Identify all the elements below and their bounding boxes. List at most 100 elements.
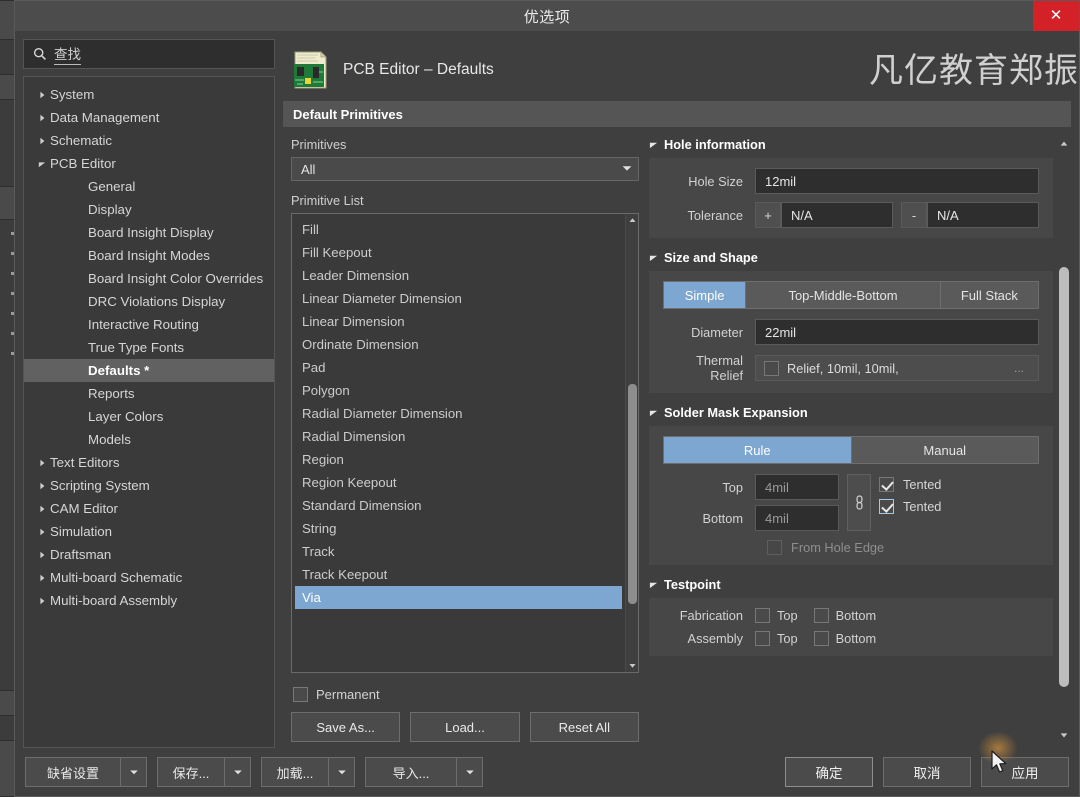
- list-item[interactable]: Linear Dimension: [292, 310, 625, 333]
- primitive-list[interactable]: Fill Fill Keepout Leader Dimension Linear D…: [291, 213, 639, 673]
- primitives-filter-dropdown[interactable]: All: [291, 157, 639, 181]
- list-item[interactable]: Linear Diameter Dimension: [292, 287, 625, 310]
- assembly-top[interactable]: Top: [755, 631, 798, 646]
- list-item[interactable]: Region: [292, 448, 625, 471]
- sidebar-item-multi-board-schematic[interactable]: Multi-board Schematic: [24, 566, 274, 589]
- stack-mode-toggle[interactable]: Simple Top-Middle-Bottom Full Stack: [663, 281, 1039, 309]
- triangle-right-icon[interactable]: [34, 551, 50, 559]
- triangle-right-icon[interactable]: [34, 459, 50, 467]
- sidebar-item-general[interactable]: General: [24, 175, 274, 198]
- triangle-down-icon[interactable]: [34, 160, 50, 168]
- load-button[interactable]: Load...: [410, 712, 520, 742]
- hole-size-input[interactable]: 12mil: [755, 168, 1039, 194]
- scrollbar-thumb[interactable]: [1059, 267, 1069, 687]
- properties-scrollbar[interactable]: [1057, 137, 1071, 742]
- scroll-up-icon[interactable]: [626, 214, 638, 227]
- solder-mask-mode-manual[interactable]: Manual: [851, 437, 1038, 463]
- solder-mask-mode-toggle[interactable]: Rule Manual: [663, 436, 1039, 464]
- triangle-right-icon[interactable]: [34, 574, 50, 582]
- import-dropdown-icon[interactable]: [457, 757, 483, 787]
- list-item[interactable]: Via: [295, 586, 622, 609]
- default-settings-splitbutton[interactable]: 缺省设置: [25, 757, 147, 787]
- hole-information-header[interactable]: Hole information: [649, 137, 1053, 152]
- default-settings-dropdown-icon[interactable]: [121, 757, 147, 787]
- assembly-bottom[interactable]: Bottom: [813, 631, 876, 646]
- list-item[interactable]: Pad: [292, 356, 625, 379]
- sidebar-item-data-management[interactable]: Data Management: [24, 106, 274, 129]
- scroll-up-icon[interactable]: [1057, 137, 1071, 151]
- top-expansion-input[interactable]: 4mil: [755, 474, 839, 500]
- sidebar-item-layer-colors[interactable]: Layer Colors: [24, 405, 274, 428]
- permanent-checkbox[interactable]: [293, 687, 308, 702]
- fabrication-top-checkbox[interactable]: [755, 608, 770, 623]
- default-settings-button[interactable]: 缺省设置: [25, 757, 121, 787]
- scroll-down-icon[interactable]: [626, 659, 638, 672]
- thermal-relief-box[interactable]: Relief, 10mil, 10mil, ...: [755, 355, 1039, 381]
- list-item[interactable]: Track Keepout: [292, 563, 625, 586]
- list-item[interactable]: Leader Dimension: [292, 264, 625, 287]
- list-item[interactable]: Fill: [292, 218, 625, 241]
- apply-button[interactable]: 应用: [981, 757, 1069, 787]
- stack-mode-simple[interactable]: Simple: [664, 282, 747, 308]
- stack-mode-top-middle-bottom[interactable]: Top-Middle-Bottom: [746, 282, 941, 308]
- link-chain-icon[interactable]: [847, 474, 871, 531]
- triangle-right-icon[interactable]: [34, 505, 50, 513]
- triangle-right-icon[interactable]: [34, 137, 50, 145]
- from-hole-edge-checkbox[interactable]: [767, 540, 782, 555]
- sidebar-item-board-insight-modes[interactable]: Board Insight Modes: [24, 244, 274, 267]
- fabrication-bottom-checkbox[interactable]: [813, 608, 829, 623]
- list-item[interactable]: Ordinate Dimension: [292, 333, 625, 356]
- triangle-right-icon[interactable]: [34, 597, 50, 605]
- load-dropdown-icon[interactable]: [329, 757, 355, 787]
- sidebar-item-system[interactable]: System: [24, 83, 274, 106]
- list-item[interactable]: Region Keepout: [292, 471, 625, 494]
- scrollbar-thumb[interactable]: [628, 384, 637, 604]
- reset-all-button[interactable]: Reset All: [529, 712, 639, 742]
- sidebar-item-interactive-routing[interactable]: Interactive Routing: [24, 313, 274, 336]
- search-input[interactable]: 查找: [23, 39, 275, 69]
- top-tented-checkbox[interactable]: [879, 477, 894, 492]
- cancel-button[interactable]: 取消: [883, 757, 971, 787]
- tolerance-plus-input[interactable]: N/A: [781, 202, 893, 228]
- diameter-input[interactable]: 22mil: [755, 319, 1039, 345]
- tolerance-minus-input[interactable]: N/A: [927, 202, 1039, 228]
- close-icon[interactable]: ✕: [1033, 1, 1079, 31]
- testpoint-header[interactable]: Testpoint: [649, 577, 1053, 592]
- sidebar-item-defaults[interactable]: Defaults *: [24, 359, 274, 382]
- sidebar-item-drc-violations-display[interactable]: DRC Violations Display: [24, 290, 274, 313]
- triangle-right-icon[interactable]: [34, 91, 50, 99]
- sidebar-item-pcb-editor[interactable]: PCB Editor: [24, 152, 274, 175]
- sidebar-item-board-insight-display[interactable]: Board Insight Display: [24, 221, 274, 244]
- bottom-expansion-input[interactable]: 4mil: [755, 505, 839, 531]
- import-splitbutton[interactable]: 导入...: [365, 757, 483, 787]
- load-splitbutton[interactable]: 加载...: [261, 757, 355, 787]
- list-item[interactable]: Polygon: [292, 379, 625, 402]
- bottom-tented-checkbox[interactable]: [879, 499, 894, 514]
- list-item[interactable]: Radial Diameter Dimension: [292, 402, 625, 425]
- thermal-relief-checkbox[interactable]: [764, 360, 779, 376]
- triangle-right-icon[interactable]: [34, 482, 50, 490]
- thermal-relief-ellipsis[interactable]: ...: [1014, 361, 1030, 375]
- list-item[interactable]: String: [292, 517, 625, 540]
- stack-mode-full-stack[interactable]: Full Stack: [940, 282, 1038, 308]
- load-footer-button[interactable]: 加载...: [261, 757, 329, 787]
- sidebar-item-simulation[interactable]: Simulation: [24, 520, 274, 543]
- primitive-list-scrollbar[interactable]: [625, 214, 638, 672]
- save-dropdown-icon[interactable]: [225, 757, 251, 787]
- sidebar-item-display[interactable]: Display: [24, 198, 274, 221]
- assembly-top-checkbox[interactable]: [755, 631, 770, 646]
- sidebar-item-schematic[interactable]: Schematic: [24, 129, 274, 152]
- save-splitbutton[interactable]: 保存...: [157, 757, 251, 787]
- list-item[interactable]: Radial Dimension: [292, 425, 625, 448]
- save-button[interactable]: 保存...: [157, 757, 225, 787]
- list-item[interactable]: Standard Dimension: [292, 494, 625, 517]
- sidebar-item-text-editors[interactable]: Text Editors: [24, 451, 274, 474]
- sidebar-item-multi-board-assembly[interactable]: Multi-board Assembly: [24, 589, 274, 612]
- sidebar-item-cam-editor[interactable]: CAM Editor: [24, 497, 274, 520]
- list-item[interactable]: Track: [292, 540, 625, 563]
- save-as-button[interactable]: Save As...: [291, 712, 401, 742]
- triangle-right-icon[interactable]: [34, 528, 50, 536]
- size-and-shape-header[interactable]: Size and Shape: [649, 250, 1053, 265]
- solder-mask-expansion-header[interactable]: Solder Mask Expansion: [649, 405, 1053, 420]
- assembly-bottom-checkbox[interactable]: [813, 631, 829, 646]
